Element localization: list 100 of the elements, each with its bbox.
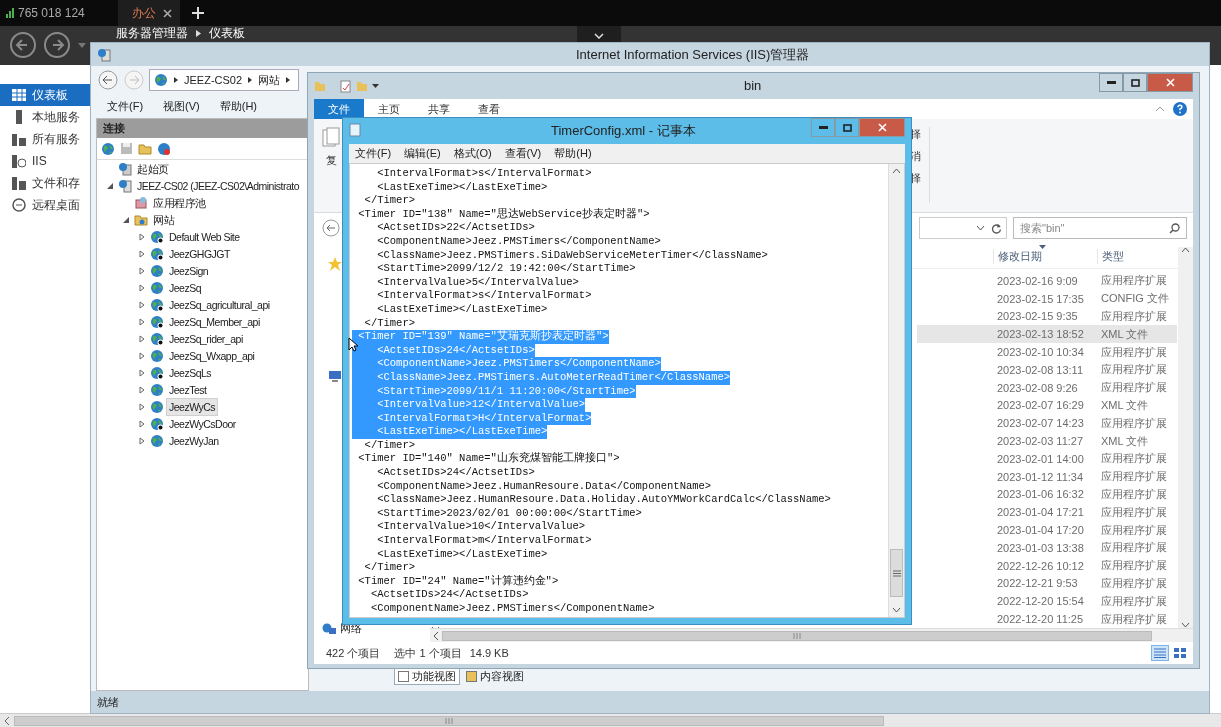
breadcrumb-arrow-icon[interactable] bbox=[248, 77, 253, 83]
breadcrumb-item[interactable]: 仪表板 bbox=[209, 27, 245, 40]
tree-item[interactable]: 网站 bbox=[150, 210, 177, 229]
new-tab-icon[interactable] bbox=[192, 7, 204, 19]
expand-arrow-icon[interactable] bbox=[138, 385, 146, 394]
scroll-down-icon[interactable] bbox=[892, 607, 901, 613]
menu-item[interactable]: 格式(O) bbox=[453, 146, 492, 161]
scroll-down-icon[interactable] bbox=[1181, 622, 1190, 628]
breadcrumb-item[interactable]: JEEZ-CS02 bbox=[184, 74, 243, 86]
back-button[interactable] bbox=[322, 219, 340, 237]
expand-arrow-icon[interactable] bbox=[138, 283, 146, 292]
breadcrumb-item[interactable]: 网站 bbox=[258, 72, 281, 88]
expand-arrow-icon[interactable] bbox=[138, 351, 146, 360]
menu-item[interactable]: 文件(F) bbox=[355, 146, 392, 161]
sidebar-item[interactable]: 仪表板 bbox=[0, 84, 90, 106]
scrollbar-thumb[interactable] bbox=[14, 715, 884, 726]
file-row[interactable]: 2022-12-26 10:12 应用程序扩展 bbox=[917, 556, 1177, 575]
file-row[interactable]: 2023-02-16 9:09 应用程序扩展 bbox=[917, 272, 1177, 290]
file-row[interactable]: 2023-02-03 11:27 XML 文件 bbox=[917, 432, 1177, 450]
tree-item[interactable]: JeezWyCs bbox=[166, 397, 219, 416]
menu-item[interactable]: 帮助(H) bbox=[554, 146, 592, 161]
forward-button[interactable] bbox=[44, 32, 70, 58]
search-field[interactable]: 搜索"bin" bbox=[1013, 217, 1187, 239]
tree-item[interactable]: Default Web Site bbox=[166, 227, 243, 246]
file-row[interactable]: 2023-01-04 17:20 应用程序扩展 bbox=[917, 521, 1177, 539]
details-view-button[interactable] bbox=[1151, 645, 1169, 661]
menu-item[interactable]: 文件(F) bbox=[107, 98, 144, 114]
expand-arrow-icon[interactable] bbox=[138, 317, 146, 326]
menu-item[interactable]: 编辑(E) bbox=[404, 146, 441, 161]
breadcrumb-item[interactable]: 服务器管理器 bbox=[116, 27, 188, 40]
disconnect-icon[interactable] bbox=[157, 141, 171, 156]
maximize-button[interactable] bbox=[1123, 73, 1147, 92]
tree-item[interactable]: JeezSq_rider_api bbox=[166, 329, 246, 348]
network-icon[interactable] bbox=[322, 622, 336, 635]
expand-arrow-icon[interactable] bbox=[138, 436, 146, 445]
scroll-up-icon[interactable] bbox=[1181, 247, 1190, 253]
dropdown-icon[interactable] bbox=[372, 83, 379, 89]
maximize-button[interactable] bbox=[835, 118, 859, 137]
file-row[interactable]: 2023-01-12 11:34 应用程序扩展 bbox=[917, 467, 1177, 486]
properties-icon[interactable] bbox=[340, 79, 352, 93]
star-icon[interactable] bbox=[328, 257, 342, 271]
file-row[interactable]: 2023-01-06 16:32 应用程序扩展 bbox=[917, 485, 1177, 504]
tree-item[interactable]: JeezSign bbox=[166, 261, 212, 280]
tree-item[interactable]: JeezSq_agricultural_api bbox=[166, 295, 273, 314]
file-row[interactable]: 2023-02-01 14:00 应用程序扩展 bbox=[917, 449, 1177, 468]
menu-item[interactable]: 视图(V) bbox=[163, 98, 200, 114]
expand-arrow-icon[interactable] bbox=[138, 368, 146, 377]
sidebar-item[interactable]: 所有服务 bbox=[0, 128, 90, 150]
refresh-icon[interactable] bbox=[991, 222, 1002, 234]
file-row[interactable]: 2023-01-03 13:38 应用程序扩展 bbox=[917, 538, 1177, 557]
back-button[interactable] bbox=[10, 32, 36, 58]
scroll-up-icon[interactable] bbox=[892, 168, 901, 174]
session-tab[interactable]: 办公 bbox=[118, 0, 180, 26]
close-button[interactable] bbox=[859, 118, 905, 137]
file-row[interactable]: 2023-02-10 10:34 应用程序扩展 bbox=[917, 343, 1177, 361]
tree-item[interactable]: 应用程序池 bbox=[150, 193, 209, 212]
collapse-ribbon-icon[interactable] bbox=[1155, 106, 1165, 112]
back-button[interactable] bbox=[97, 69, 119, 91]
expand-arrow-icon[interactable] bbox=[138, 402, 146, 411]
ribbon-label[interactable]: 择 bbox=[910, 171, 921, 186]
column-header[interactable]: 修改日期 bbox=[993, 249, 1097, 264]
collapse-arrow-icon[interactable] bbox=[106, 181, 114, 190]
tree-item[interactable]: JEEZ-CS02 (JEEZ-CS02\Administrato bbox=[134, 176, 303, 195]
ribbon-label[interactable]: 择 bbox=[910, 127, 921, 142]
folder-icon[interactable] bbox=[138, 142, 152, 155]
collapse-arrow-icon[interactable] bbox=[122, 215, 130, 224]
computer-icon[interactable] bbox=[328, 371, 342, 383]
file-row[interactable]: 2022-12-21 9:53 应用程序扩展 bbox=[917, 574, 1177, 593]
breadcrumb-arrow-icon[interactable] bbox=[174, 77, 178, 83]
tab-close-icon[interactable] bbox=[163, 8, 172, 18]
tree-item[interactable]: JeezWyJan bbox=[166, 431, 222, 450]
tree-item[interactable]: JeezSqLs bbox=[166, 363, 215, 382]
menu-item[interactable]: 查看(V) bbox=[504, 146, 542, 161]
file-row[interactable]: 2023-02-08 13:11 应用程序扩展 bbox=[917, 361, 1177, 379]
file-row[interactable]: 2023-02-07 14:23 应用程序扩展 bbox=[917, 414, 1177, 433]
tree-item[interactable]: JeezSq_Wxapp_api bbox=[166, 346, 258, 365]
tree-item[interactable]: 起始页 bbox=[134, 159, 172, 178]
sidebar-item[interactable]: 文件和存 bbox=[0, 172, 90, 194]
column-header[interactable]: 类型 bbox=[1097, 249, 1177, 264]
tree-item[interactable]: JeezSq bbox=[166, 278, 205, 297]
view-tab[interactable]: 内容视图 bbox=[462, 667, 528, 685]
sidebar-item[interactable]: IIS bbox=[0, 150, 90, 172]
tree-item[interactable]: JeezTest bbox=[166, 380, 210, 399]
expand-arrow-icon[interactable] bbox=[138, 232, 146, 241]
file-row[interactable]: 2022-12-20 15:54 应用程序扩展 bbox=[917, 592, 1177, 611]
help-icon[interactable] bbox=[1173, 102, 1187, 116]
ribbon-tab[interactable]: 文件 bbox=[314, 99, 364, 119]
menu-item[interactable]: 帮助(H) bbox=[219, 98, 257, 114]
file-row[interactable]: 2023-02-08 9:26 应用程序扩展 bbox=[917, 378, 1177, 397]
tree-item[interactable]: JeezSq_Member_api bbox=[166, 312, 263, 331]
scrollbar-thumb[interactable] bbox=[890, 549, 903, 597]
expand-arrow-icon[interactable] bbox=[138, 419, 146, 428]
breadcrumb-arrow-icon[interactable] bbox=[286, 77, 291, 83]
sidebar-item[interactable]: 远程桌面 bbox=[0, 194, 90, 216]
file-row[interactable]: 2023-02-15 17:35 CONFIG 文件 bbox=[917, 289, 1177, 308]
expand-arrow-icon[interactable] bbox=[138, 334, 146, 343]
file-row[interactable]: 2023-01-04 17:21 应用程序扩展 bbox=[917, 503, 1177, 522]
expand-arrow-icon[interactable] bbox=[138, 249, 146, 258]
tiles-view-button[interactable] bbox=[1171, 645, 1189, 661]
chevron-down-icon[interactable] bbox=[976, 225, 985, 231]
